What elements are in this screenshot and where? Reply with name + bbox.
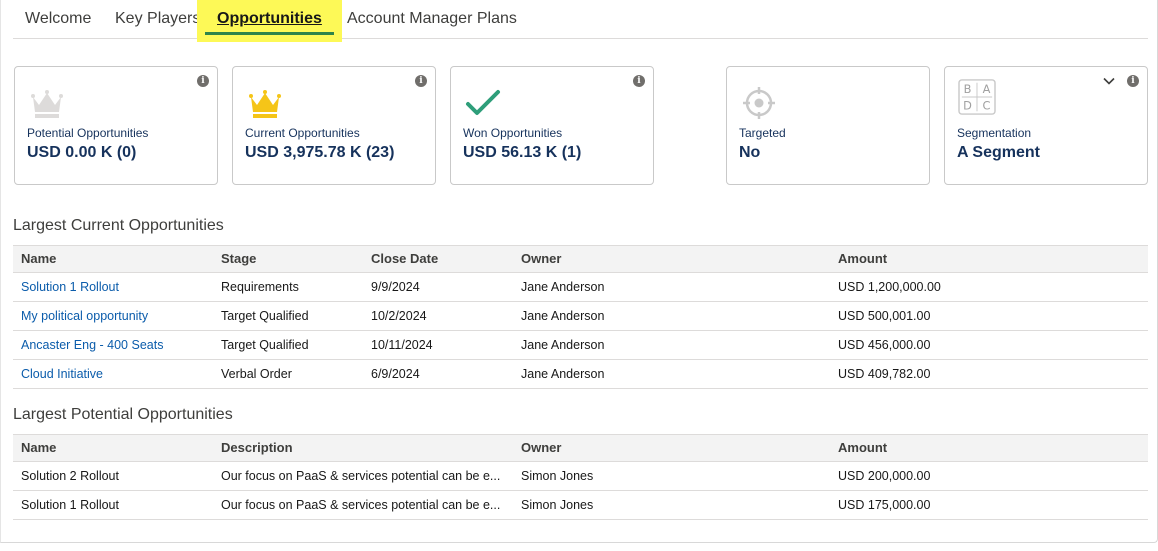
tab-welcome[interactable]: Welcome [25, 0, 91, 38]
cell-name: Solution 2 Rollout [21, 469, 119, 483]
info-icon[interactable]: i [415, 75, 427, 87]
active-tab-underline [205, 32, 334, 35]
cell-description: Our focus on PaaS & services potential c… [221, 498, 501, 512]
card-targeted: Targeted No [726, 66, 930, 185]
cell-amount: USD 200,000.00 [838, 469, 931, 483]
cell-name: Solution 1 Rollout [21, 498, 119, 512]
card-value: No [739, 144, 761, 161]
table-row: Ancaster Eng - 400 Seats Target Qualifie… [13, 331, 1148, 360]
cell-close-date: 9/9/2024 [371, 280, 420, 294]
chevron-down-icon[interactable] [1103, 75, 1115, 87]
cell-stage: Verbal Order [221, 367, 292, 381]
column-header-name[interactable]: Name [21, 435, 56, 461]
cell-owner: Simon Jones [521, 498, 594, 512]
column-header-amount[interactable]: Amount [838, 435, 887, 461]
current-opportunities-table: Name Stage Close Date Owner Amount Solut… [13, 245, 1148, 389]
card-label: Current Opportunities [245, 126, 360, 140]
cell-description: Our focus on PaaS & services potential c… [221, 469, 501, 483]
segment-grid-icon: B A D C [958, 79, 996, 115]
column-header-amount[interactable]: Amount [838, 246, 887, 272]
column-header-description[interactable]: Description [221, 435, 293, 461]
info-icon[interactable]: i [633, 75, 645, 87]
cell-close-date: 6/9/2024 [371, 367, 420, 381]
cell-stage: Target Qualified [221, 338, 309, 352]
info-icon[interactable]: i [1127, 75, 1139, 87]
table-header: Name Stage Close Date Owner Amount [13, 245, 1148, 273]
cell-amount: USD 456,000.00 [838, 338, 931, 352]
segment-cell: C [983, 98, 991, 112]
table-header: Name Description Owner Amount [13, 434, 1148, 462]
column-header-owner[interactable]: Owner [521, 246, 561, 272]
cell-amount: USD 175,000.00 [838, 498, 931, 512]
segment-cell: A [983, 82, 991, 96]
opportunity-link[interactable]: Cloud Initiative [21, 360, 103, 388]
card-won-opportunities: i Won Opportunities USD 56.13 K (1) [450, 66, 654, 185]
table-row: My political opportunity Target Qualifie… [13, 302, 1148, 331]
cell-owner: Jane Anderson [521, 280, 605, 294]
card-label: Targeted [739, 126, 786, 140]
tab-opportunities[interactable]: Opportunities [197, 0, 342, 42]
cell-owner: Jane Anderson [521, 367, 605, 381]
card-value: USD 3,975.78 K (23) [245, 144, 395, 161]
cell-close-date: 10/2/2024 [371, 309, 427, 323]
table-row: Solution 1 Rollout Requirements 9/9/2024… [13, 273, 1148, 302]
cell-stage: Requirements [221, 280, 299, 294]
card-label: Segmentation [957, 126, 1032, 140]
cell-amount: USD 500,001.00 [838, 309, 931, 323]
opportunity-link[interactable]: Ancaster Eng - 400 Seats [21, 331, 163, 359]
tab-key-players[interactable]: Key Players [115, 0, 200, 38]
table-row: Solution 1 Rollout Our focus on PaaS & s… [13, 491, 1148, 520]
card-label: Potential Opportunities [27, 126, 149, 140]
crown-icon [31, 90, 63, 118]
card-potential-opportunities: i Potential Opportunities USD 0.00 K (0) [14, 66, 218, 185]
cell-owner: Jane Anderson [521, 309, 605, 323]
card-current-opportunities: i Current Opportunities USD 3,975.78 K (… [232, 66, 436, 185]
card-label: Won Opportunities [463, 126, 563, 140]
cell-owner: Simon Jones [521, 469, 594, 483]
card-value: USD 56.13 K (1) [463, 144, 582, 161]
potential-opportunities-table: Name Description Owner Amount Solution 2… [13, 434, 1148, 520]
section-title-current: Largest Current Opportunities [13, 217, 224, 234]
tab-bar: Welcome Key Players Opportunities Accoun… [13, 0, 1148, 42]
table-row: Cloud Initiative Verbal Order 6/9/2024 J… [13, 360, 1148, 389]
info-icon[interactable]: i [197, 75, 209, 87]
crown-icon [249, 90, 281, 118]
opportunity-link[interactable]: My political opportunity [21, 302, 148, 330]
segment-cell: D [963, 98, 972, 112]
column-header-name[interactable]: Name [21, 246, 56, 272]
checkmark-icon [466, 90, 500, 115]
column-header-close-date[interactable]: Close Date [371, 246, 438, 272]
cell-close-date: 10/11/2024 [371, 338, 433, 352]
card-value: USD 0.00 K (0) [27, 144, 137, 161]
cell-amount: USD 1,200,000.00 [838, 280, 941, 294]
target-icon [743, 87, 775, 119]
card-segmentation: i B A D C Segmentation A Segment [944, 66, 1148, 185]
column-header-owner[interactable]: Owner [521, 435, 561, 461]
table-row: Solution 2 Rollout Our focus on PaaS & s… [13, 462, 1148, 491]
section-title-potential: Largest Potential Opportunities [13, 406, 233, 423]
segment-cell: B [964, 82, 972, 96]
tab-account-manager-plans[interactable]: Account Manager Plans [347, 0, 517, 38]
opportunity-link[interactable]: Solution 1 Rollout [21, 273, 119, 301]
card-value: A Segment [957, 144, 1040, 161]
cell-stage: Target Qualified [221, 309, 309, 323]
cell-amount: USD 409,782.00 [838, 367, 931, 381]
cell-owner: Jane Anderson [521, 338, 605, 352]
column-header-stage[interactable]: Stage [221, 246, 256, 272]
